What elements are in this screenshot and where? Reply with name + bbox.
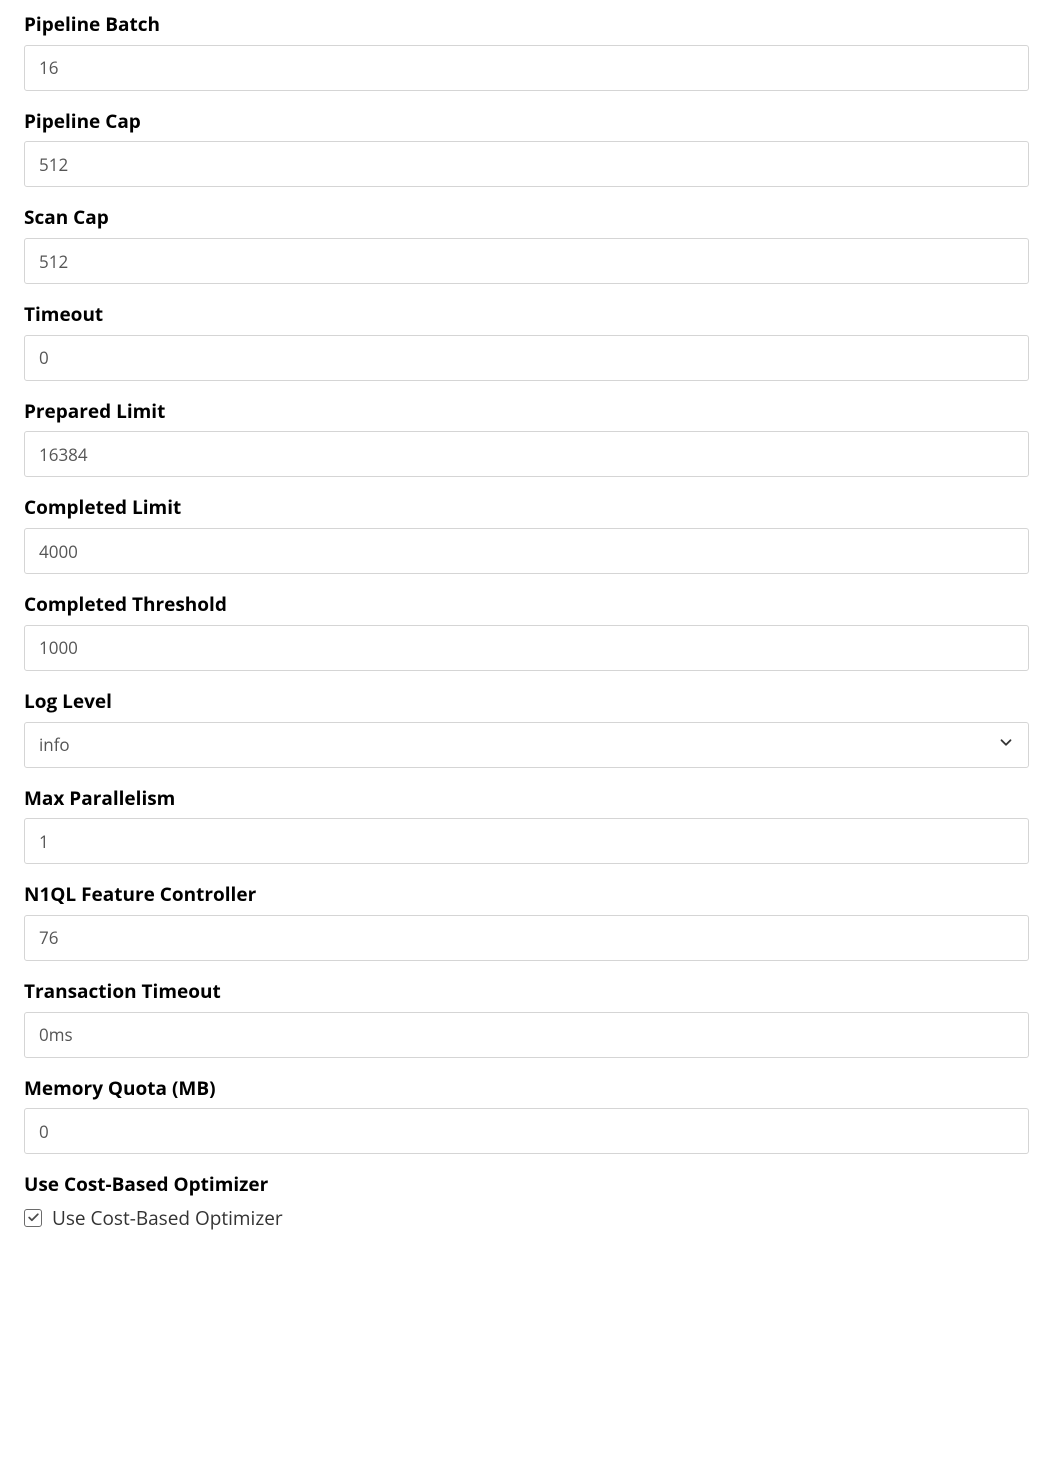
field-completed-limit: Completed Limit — [24, 495, 1029, 574]
settings-form: Pipeline Batch Pipeline Cap Scan Cap Tim… — [0, 0, 1053, 1255]
checkmark-icon — [27, 1211, 40, 1224]
label-timeout: Timeout — [24, 302, 1029, 327]
label-n1ql-feature-controller: N1QL Feature Controller — [24, 882, 1029, 907]
label-completed-limit: Completed Limit — [24, 495, 1029, 520]
field-transaction-timeout: Transaction Timeout — [24, 979, 1029, 1058]
input-memory-quota[interactable] — [24, 1108, 1029, 1154]
input-scan-cap[interactable] — [24, 238, 1029, 284]
label-transaction-timeout: Transaction Timeout — [24, 979, 1029, 1004]
label-prepared-limit: Prepared Limit — [24, 399, 1029, 424]
label-log-level: Log Level — [24, 689, 1029, 714]
label-max-parallelism: Max Parallelism — [24, 786, 1029, 811]
checkbox-use-cbo[interactable] — [24, 1209, 42, 1227]
input-pipeline-cap[interactable] — [24, 141, 1029, 187]
label-use-cbo: Use Cost-Based Optimizer — [24, 1172, 1029, 1197]
field-completed-threshold: Completed Threshold — [24, 592, 1029, 671]
label-completed-threshold: Completed Threshold — [24, 592, 1029, 617]
input-transaction-timeout[interactable] — [24, 1012, 1029, 1058]
checkbox-label-use-cbo: Use Cost-Based Optimizer — [52, 1205, 283, 1231]
field-log-level: Log Level info — [24, 689, 1029, 768]
field-pipeline-cap: Pipeline Cap — [24, 109, 1029, 188]
input-pipeline-batch[interactable] — [24, 45, 1029, 91]
input-completed-threshold[interactable] — [24, 625, 1029, 671]
label-memory-quota: Memory Quota (MB) — [24, 1076, 1029, 1101]
select-wrap-log-level: info — [24, 722, 1029, 768]
input-completed-limit[interactable] — [24, 528, 1029, 574]
field-max-parallelism: Max Parallelism — [24, 786, 1029, 865]
input-max-parallelism[interactable] — [24, 818, 1029, 864]
field-pipeline-batch: Pipeline Batch — [24, 12, 1029, 91]
label-pipeline-batch: Pipeline Batch — [24, 12, 1029, 37]
input-prepared-limit[interactable] — [24, 431, 1029, 477]
input-timeout[interactable] — [24, 335, 1029, 381]
field-prepared-limit: Prepared Limit — [24, 399, 1029, 478]
input-n1ql-feature-controller[interactable] — [24, 915, 1029, 961]
field-scan-cap: Scan Cap — [24, 205, 1029, 284]
label-scan-cap: Scan Cap — [24, 205, 1029, 230]
field-timeout: Timeout — [24, 302, 1029, 381]
checkbox-row-use-cbo: Use Cost-Based Optimizer — [24, 1205, 1029, 1231]
field-use-cbo: Use Cost-Based Optimizer Use Cost-Based … — [24, 1172, 1029, 1231]
select-log-level[interactable]: info — [24, 722, 1029, 768]
field-memory-quota: Memory Quota (MB) — [24, 1076, 1029, 1155]
field-n1ql-feature-controller: N1QL Feature Controller — [24, 882, 1029, 961]
label-pipeline-cap: Pipeline Cap — [24, 109, 1029, 134]
